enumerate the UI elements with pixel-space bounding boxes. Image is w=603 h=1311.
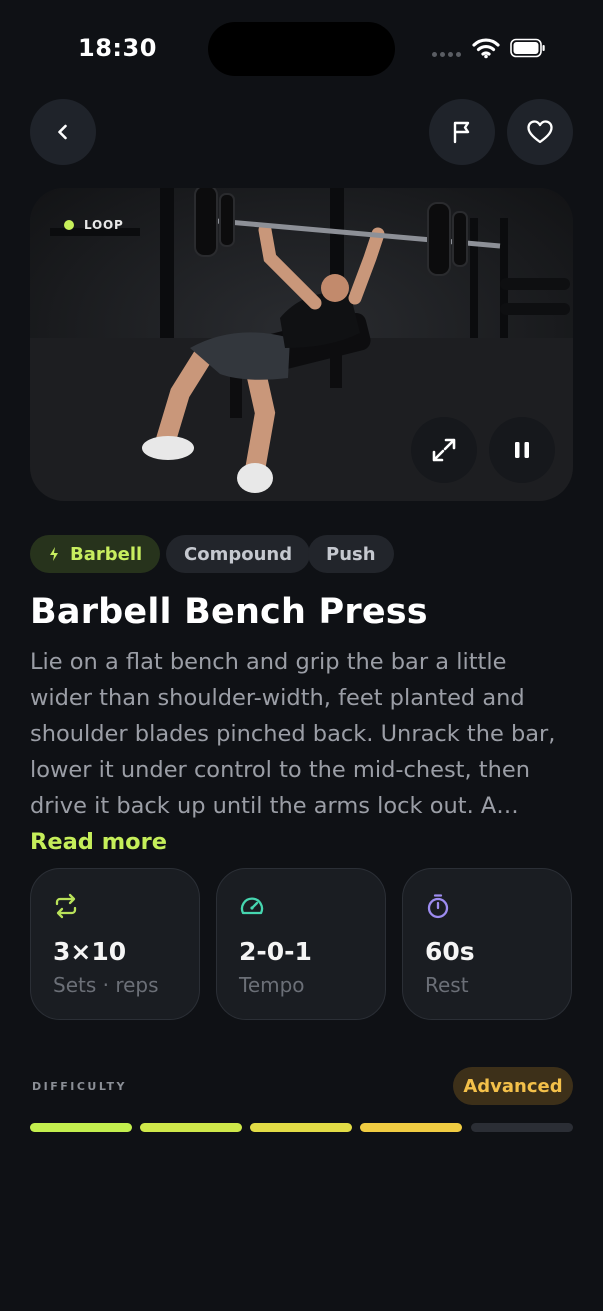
bolt-icon bbox=[50, 547, 58, 561]
stopwatch-icon bbox=[427, 894, 449, 919]
heart-icon bbox=[527, 120, 553, 144]
difficulty-badge: Advanced bbox=[453, 1067, 573, 1105]
fullscreen-button[interactable] bbox=[411, 417, 477, 483]
exercise-description: Lie on a flat bench and grip the bar a l… bbox=[30, 644, 575, 860]
stat-value: 3×10 bbox=[53, 937, 127, 966]
loop-indicator: LOOP bbox=[64, 218, 124, 232]
loop-label: LOOP bbox=[84, 218, 124, 232]
report-button[interactable] bbox=[429, 99, 495, 165]
stat-label: Tempo bbox=[239, 973, 305, 997]
chip-label: Barbell bbox=[70, 543, 143, 565]
repeat-icon bbox=[55, 893, 77, 919]
chevron-left-icon bbox=[58, 124, 67, 140]
difficulty-segment bbox=[360, 1123, 462, 1132]
difficulty-segment bbox=[471, 1123, 573, 1132]
status-time: 18:30 bbox=[78, 34, 157, 62]
chip-push[interactable]: Push bbox=[308, 535, 394, 573]
favorite-button[interactable] bbox=[507, 99, 573, 165]
expand-icon bbox=[432, 438, 456, 462]
gauge-icon bbox=[240, 897, 264, 915]
difficulty-segment bbox=[140, 1123, 242, 1132]
stat-value: 2-0-1 bbox=[239, 937, 312, 966]
live-dot bbox=[64, 220, 74, 230]
dynamic-island bbox=[208, 22, 395, 76]
difficulty-segment bbox=[30, 1123, 132, 1132]
battery-icon bbox=[510, 38, 545, 58]
stat-card-rest: 60s Rest bbox=[402, 868, 572, 1020]
pause-button[interactable] bbox=[489, 417, 555, 483]
wifi-icon bbox=[472, 38, 500, 59]
stat-card-sets: 3×10 Sets · reps bbox=[30, 868, 200, 1020]
stat-label: Sets · reps bbox=[53, 973, 159, 997]
chip-compound[interactable]: Compound bbox=[166, 535, 311, 573]
description-text: Lie on a flat bench and grip the bar a l… bbox=[30, 649, 556, 819]
chip-label: Push bbox=[326, 543, 376, 565]
chip-label: Compound bbox=[184, 543, 293, 565]
chip-barbell[interactable]: Barbell bbox=[30, 535, 161, 573]
difficulty-segment bbox=[250, 1123, 352, 1132]
read-more-link[interactable]: Read more bbox=[30, 829, 167, 855]
pause-icon bbox=[515, 442, 529, 458]
difficulty-label: DIFFICULTY bbox=[32, 1080, 128, 1093]
stat-value: 60s bbox=[425, 937, 475, 966]
stat-card-tempo: 2-0-1 Tempo bbox=[216, 868, 386, 1020]
flag-icon bbox=[453, 121, 470, 144]
stat-label: Rest bbox=[425, 973, 469, 997]
back-button[interactable] bbox=[30, 99, 96, 165]
exercise-title: Barbell Bench Press bbox=[30, 592, 428, 632]
signal-icon bbox=[432, 52, 461, 57]
